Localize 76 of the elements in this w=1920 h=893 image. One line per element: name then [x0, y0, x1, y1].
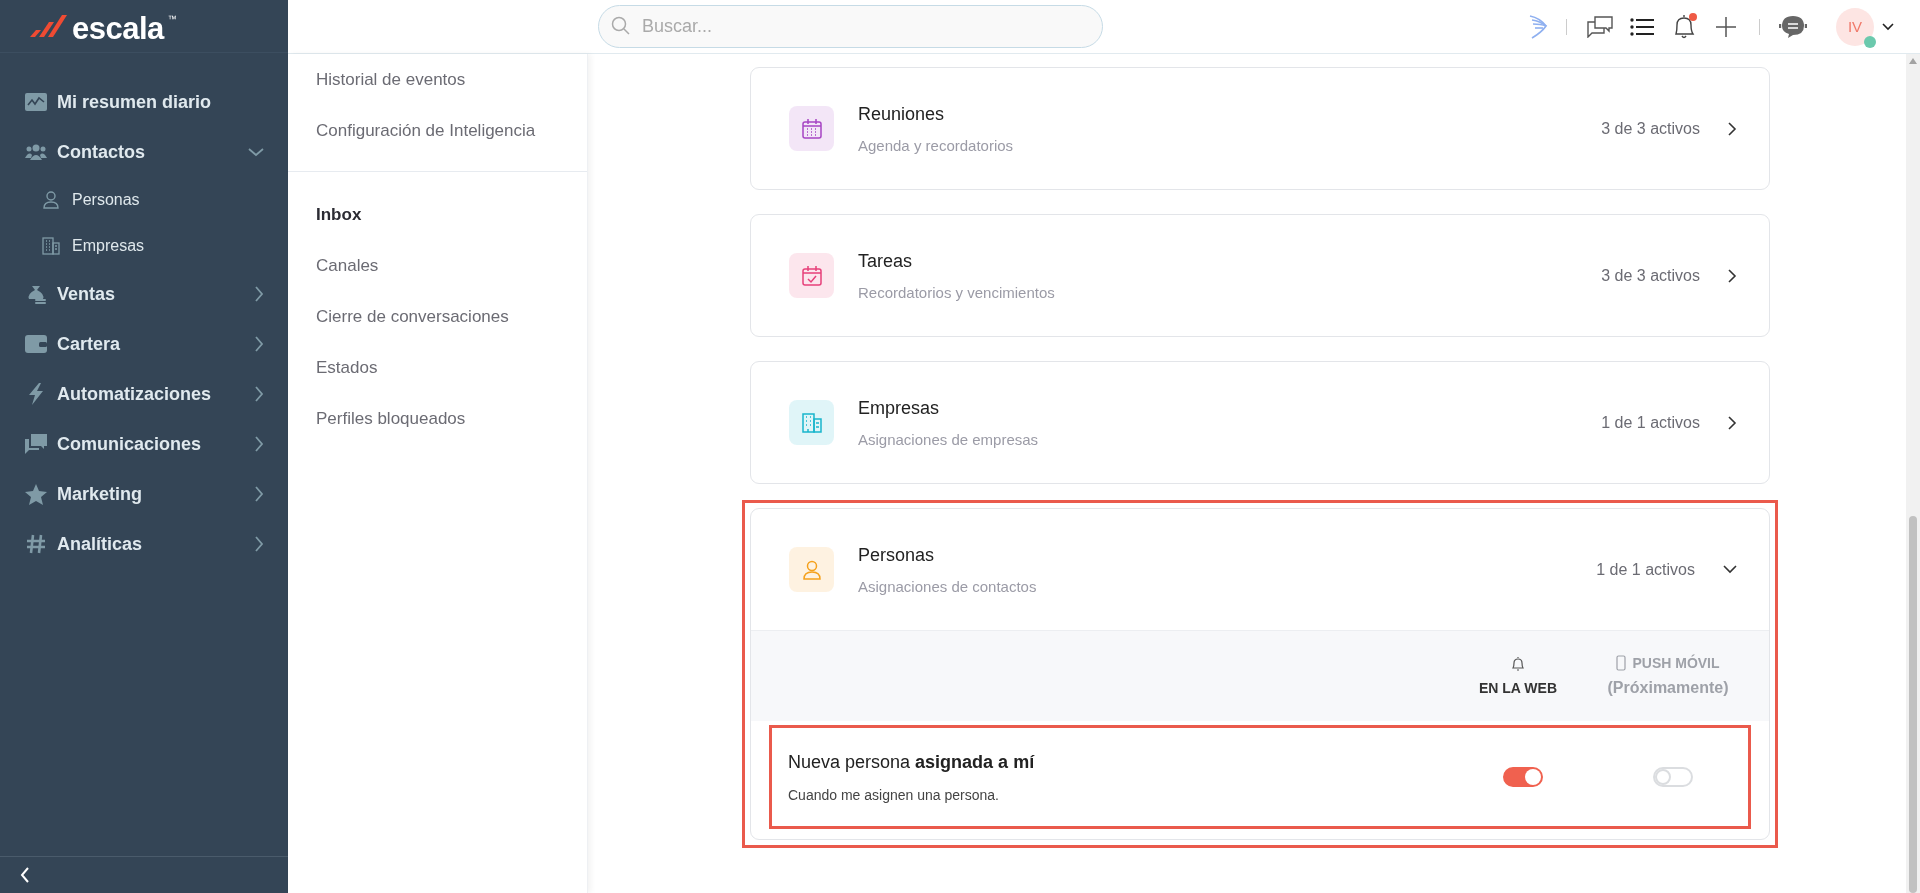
nav-item[interactable]: Cartera — [0, 319, 288, 369]
chevron-right-icon — [254, 336, 264, 352]
card-header[interactable]: Empresas Asignaciones de empresas 1 de 1 activos — [751, 362, 1769, 483]
scrollbar[interactable] — [1906, 54, 1920, 893]
menu-item[interactable]: Cierre de conversaciones — [316, 291, 587, 342]
active-count: 1 de 1 activos — [1601, 413, 1700, 432]
chevron-right-icon — [254, 436, 264, 452]
column-note: (Próximamente) — [1607, 679, 1729, 697]
list-icon[interactable] — [1630, 17, 1654, 36]
chevron-down-icon[interactable] — [1723, 565, 1737, 574]
active-count: 3 de 3 activos — [1601, 266, 1700, 285]
card-header[interactable]: Tareas Recordatorios y vencimientos 3 de 3 activos — [751, 215, 1769, 336]
nav-subitem[interactable]: Empresas — [0, 223, 288, 269]
nav-item[interactable]: Mi resumen diario — [0, 77, 288, 127]
nav-item[interactable]: Comunicaciones — [0, 419, 288, 469]
chevron-right-icon — [254, 386, 264, 402]
trademark: ™ — [167, 14, 177, 24]
nav-item[interactable]: Ventas — [0, 269, 288, 319]
bell-icon[interactable] — [1672, 13, 1696, 40]
column-label: EN LA WEB — [1478, 680, 1557, 696]
logo-text: escala — [72, 14, 164, 44]
menu-item[interactable]: Perfiles bloqueados — [316, 393, 587, 444]
chevron-right-icon — [254, 486, 264, 502]
hash-icon — [26, 534, 46, 554]
nav-item[interactable]: Automatizaciones — [0, 369, 288, 419]
nav-item[interactable]: Contactos — [0, 127, 288, 177]
chat-icon — [25, 434, 47, 454]
column-label: PUSH MÓVIL — [1632, 655, 1720, 671]
menu-item[interactable]: Historial de eventos — [316, 54, 587, 105]
menu-section-title: Inbox — [316, 204, 363, 226]
chevron-right-icon[interactable] — [1728, 121, 1737, 136]
people-icon — [25, 143, 47, 161]
star-icon — [25, 483, 47, 505]
card-subtitle: Asignaciones de empresas — [858, 430, 1040, 448]
notification-dot — [1689, 12, 1697, 21]
phone-icon — [1616, 655, 1627, 671]
collapse-icon[interactable] — [20, 867, 30, 883]
chat-icon[interactable] — [1587, 15, 1613, 38]
logo-mark-icon — [30, 14, 68, 38]
card-subtitle: Agenda y recordatorios — [858, 136, 1015, 154]
person-icon — [43, 191, 59, 209]
bell-icon — [1511, 656, 1525, 672]
menu-item[interactable]: Canales — [316, 240, 587, 291]
chevron-right-icon — [254, 286, 264, 302]
card-title: Empresas — [858, 397, 941, 419]
card-title: Tareas — [858, 250, 914, 272]
caret-icon[interactable] — [1882, 22, 1894, 31]
card-header[interactable]: Personas Asignaciones de contactos 1 de 1 activos — [751, 509, 1769, 630]
wallet-icon — [25, 335, 47, 353]
card-subtitle: Recordatorios y vencimientos — [858, 283, 1056, 301]
chart-icon — [25, 93, 47, 111]
notification-description: Cuando me asignen una persona. — [788, 786, 1000, 803]
menu-item[interactable]: Configuración de Inteligencia — [316, 105, 587, 156]
toggle-switch[interactable] — [1503, 767, 1543, 787]
chevron-right-icon[interactable] — [1728, 415, 1737, 430]
search-icon — [611, 16, 631, 36]
support-chat-icon[interactable] — [1779, 13, 1807, 40]
card-title: Reuniones — [858, 103, 946, 125]
menu-item[interactable]: Estados — [316, 342, 587, 393]
chevron-right-icon — [254, 536, 264, 552]
nav-subitem[interactable]: Personas — [0, 177, 288, 223]
lightning-icon — [27, 383, 45, 405]
card-title: Personas — [858, 544, 936, 566]
card-header[interactable]: Reuniones Agenda y recordatorios 3 de 3 activos — [751, 68, 1769, 189]
notification-title: Nueva persona asignada a mí — [788, 751, 1036, 773]
nav-item[interactable]: Marketing — [0, 469, 288, 519]
chevron-right-icon[interactable] — [1728, 268, 1737, 283]
logo[interactable]: escala™ — [0, 0, 288, 53]
chevron-down-icon — [248, 147, 264, 157]
building-icon — [42, 237, 60, 255]
search-field[interactable]: Buscar... — [598, 5, 1103, 48]
active-count: 1 de 1 activos — [1596, 560, 1695, 579]
active-count: 3 de 3 activos — [1601, 119, 1700, 138]
card-subtitle: Asignaciones de contactos — [858, 577, 1038, 595]
nav-item[interactable]: Analíticas — [0, 519, 288, 569]
plus-icon[interactable] — [1716, 16, 1736, 37]
